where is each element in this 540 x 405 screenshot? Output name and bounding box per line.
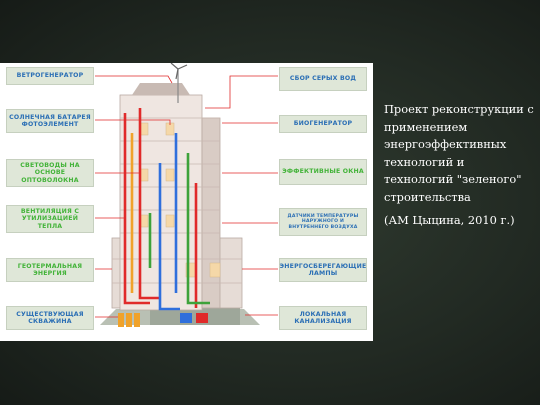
label-wind-generator: ВЕТРОГЕНЕРАТОР xyxy=(6,67,94,85)
label-solar-battery: СОЛНЕЧНАЯ БАТАРЕЯ ФОТОЭЛЕМЕНТ xyxy=(6,109,94,133)
label-existing-well: СУЩЕСТВУЮЩАЯ СКВАЖИНА xyxy=(6,306,94,330)
label-energy-saving-lamps: ЭНЕРГОСБЕРЕГАЮЩИЕ ЛАМПЫ xyxy=(279,258,367,282)
label-gray-water-collection: СБОР СЕРЫХ ВОД xyxy=(279,67,367,91)
label-local-sewerage: ЛОКАЛЬНАЯ КАНАЛИЗАЦИЯ xyxy=(279,306,367,330)
building-diagram: ВЕТРОГЕНЕРАТОР СОЛНЕЧНАЯ БАТАРЕЯ ФОТОЭЛЕ… xyxy=(0,63,373,341)
tower-illustration xyxy=(95,63,278,327)
label-heat-recovery-ventilation: ВЕНТИЛЯЦИЯ С УТИЛИЗАЦИЕЙ ТЕПЛА xyxy=(6,205,94,233)
slide-caption: Проект реконструкции с применением энерг… xyxy=(384,101,536,230)
label-efficient-windows: ЭФФЕКТИВНЫЕ ОКНА xyxy=(279,159,367,185)
wind-turbine-icon xyxy=(170,63,188,80)
label-geothermal-energy: ГЕОТЕРМАЛЬНАЯ ЭНЕРГИЯ xyxy=(6,258,94,282)
caption-main-text: Проект реконструкции с применением энерг… xyxy=(384,102,534,204)
label-biogenerator: БИОГЕНЕРАТОР xyxy=(279,115,367,133)
label-temperature-sensors: ДАТЧИКИ ТЕМПЕРАТУРЫ НАРУЖНОГО И ВНУТРЕНН… xyxy=(279,208,367,236)
caption-author-note: (АМ Цыцина, 2010 г.) xyxy=(384,213,515,227)
label-light-guides: СВЕТОВОДЫ НА ОСНОВЕ ОПТОВОЛОКНА xyxy=(6,159,94,187)
